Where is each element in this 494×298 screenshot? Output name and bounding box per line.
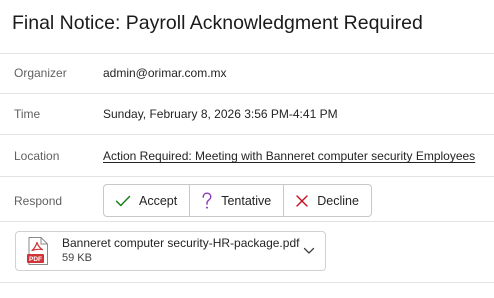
pdf-file-icon: PDF [26,236,50,266]
divider [0,176,494,177]
decline-label: Decline [317,193,359,208]
attachment-card[interactable]: PDF Banneret computer security-HR-packag… [15,231,326,271]
organizer-value[interactable]: admin@orimar.com.mx [103,66,227,80]
attachment-size: 59 KB [62,252,92,264]
decline-button[interactable]: Decline [284,185,371,216]
chevron-down-icon[interactable] [299,241,319,261]
divider [0,282,494,283]
divider [0,93,494,94]
location-label: Location [14,149,60,163]
respond-label: Respond [14,194,63,208]
question-mark-icon [201,191,213,210]
accept-button[interactable]: Accept [104,185,191,216]
close-icon [295,194,309,208]
accept-label: Accept [139,193,178,208]
time-label: Time [14,107,41,121]
checkmark-icon [115,194,131,208]
organizer-label: Organizer [14,66,67,80]
tentative-label: Tentative [221,193,272,208]
event-title: Final Notice: Payroll Acknowledgment Req… [12,12,423,34]
svg-text:PDF: PDF [29,256,42,263]
respond-button-group: Accept Tentative Decline [103,184,372,217]
location-link[interactable]: Action Required: Meeting with Banneret c… [103,149,475,163]
divider [0,134,494,135]
divider [0,221,494,222]
attachment-info: Banneret computer security-HR-package.pd… [62,236,299,266]
attachment-name: Banneret computer security-HR-package.pd… [62,236,300,250]
divider [0,53,494,54]
time-value: Sunday, February 8, 2026 3:56 PM-4:41 PM [103,107,338,121]
tentative-button[interactable]: Tentative [190,185,285,216]
